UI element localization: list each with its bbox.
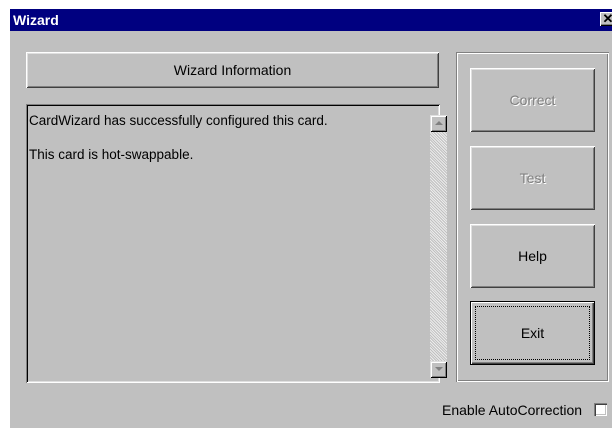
scroll-up-button[interactable] bbox=[430, 115, 447, 132]
message-panel: CardWizard has successfully configured t… bbox=[26, 104, 447, 383]
message-line-hot-swappable: This card is hot-swappable. bbox=[29, 147, 194, 162]
auto-correction-label: Enable AutoCorrection bbox=[442, 402, 583, 418]
scroll-down-button[interactable] bbox=[430, 361, 447, 378]
chevron-up-icon bbox=[435, 121, 443, 125]
close-icon: ✕ bbox=[602, 11, 612, 26]
message-text: CardWizard has successfully configured t… bbox=[29, 112, 328, 164]
message-scrollbar[interactable] bbox=[430, 115, 447, 378]
correct-button[interactable]: Correct bbox=[470, 68, 595, 132]
chevron-down-icon bbox=[435, 367, 443, 371]
window-title: Wizard bbox=[13, 12, 59, 28]
help-button[interactable]: Help bbox=[470, 224, 595, 288]
exit-button[interactable]: Exit bbox=[470, 301, 595, 365]
wizard-window: Wizard ✕ Wizard Information CardWizard h… bbox=[10, 9, 612, 428]
auto-correction-checkbox[interactable] bbox=[594, 403, 607, 416]
focus-ring bbox=[475, 306, 590, 360]
title-bar[interactable]: Wizard ✕ bbox=[10, 9, 612, 31]
wizard-information-label: Wizard Information bbox=[173, 62, 292, 78]
test-button-label: Test bbox=[519, 170, 546, 186]
wizard-information-header: Wizard Information bbox=[26, 52, 439, 88]
help-button-label: Help bbox=[518, 248, 547, 264]
correct-button-label: Correct bbox=[509, 92, 556, 108]
message-line-configured: CardWizard has successfully configured t… bbox=[29, 113, 328, 128]
test-button[interactable]: Test bbox=[470, 146, 595, 210]
close-button[interactable]: ✕ bbox=[600, 12, 612, 26]
